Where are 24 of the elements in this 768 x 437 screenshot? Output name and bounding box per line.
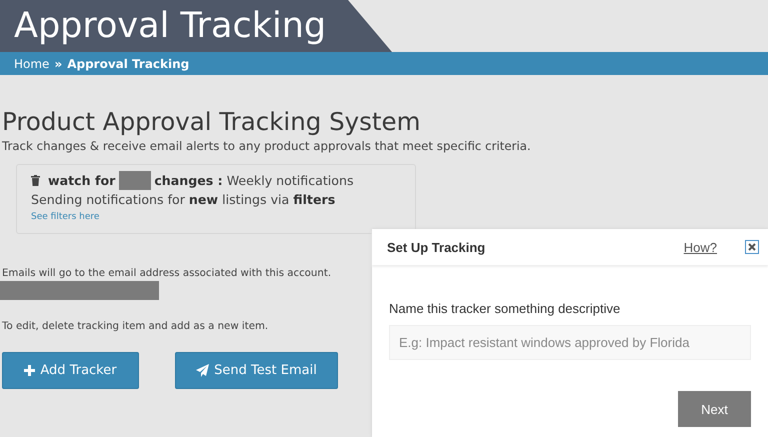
trash-icon[interactable] (31, 175, 40, 186)
email-note: Emails will go to the email address associated with this account. (2, 268, 332, 279)
dialog-title: Set Up Tracking (387, 240, 486, 254)
tracker-frequency: Weekly notifications (226, 173, 354, 188)
redaction-bar (119, 171, 152, 190)
header-title: Approval Tracking (14, 6, 326, 46)
next-button[interactable]: Next (678, 391, 751, 427)
breadcrumb-link[interactable]: Home (14, 56, 50, 70)
breadcrumb-separator: » (54, 56, 62, 70)
page-title: Product Approval Tracking System (2, 107, 422, 136)
send-test-email-button[interactable]: Send Test Email (175, 352, 338, 389)
plus-icon (24, 365, 36, 376)
page-subtitle: Track changes & receive email alerts to any product approvals that meet specific criteria. (2, 139, 532, 153)
add-tracker-button[interactable]: Add Tracker (2, 352, 139, 389)
tracker-name-prefix: watch for (48, 173, 116, 188)
see-filters-link[interactable]: See filters here (31, 212, 100, 222)
paper-plane-icon (196, 364, 210, 377)
edit-note: To edit, delete tracking item and add as a new item. (2, 321, 270, 332)
tracker-description: Sending notifications for new listings via filters (31, 192, 336, 207)
tracker-name-field[interactable]: E.g: Impact resistant windows approved by Florida (389, 325, 751, 360)
how-link[interactable]: How? (684, 240, 717, 254)
field-label: Name this tracker something descriptive (389, 301, 622, 316)
tracker-name-suffix: changes : (154, 173, 223, 188)
close-icon[interactable] (745, 240, 759, 254)
